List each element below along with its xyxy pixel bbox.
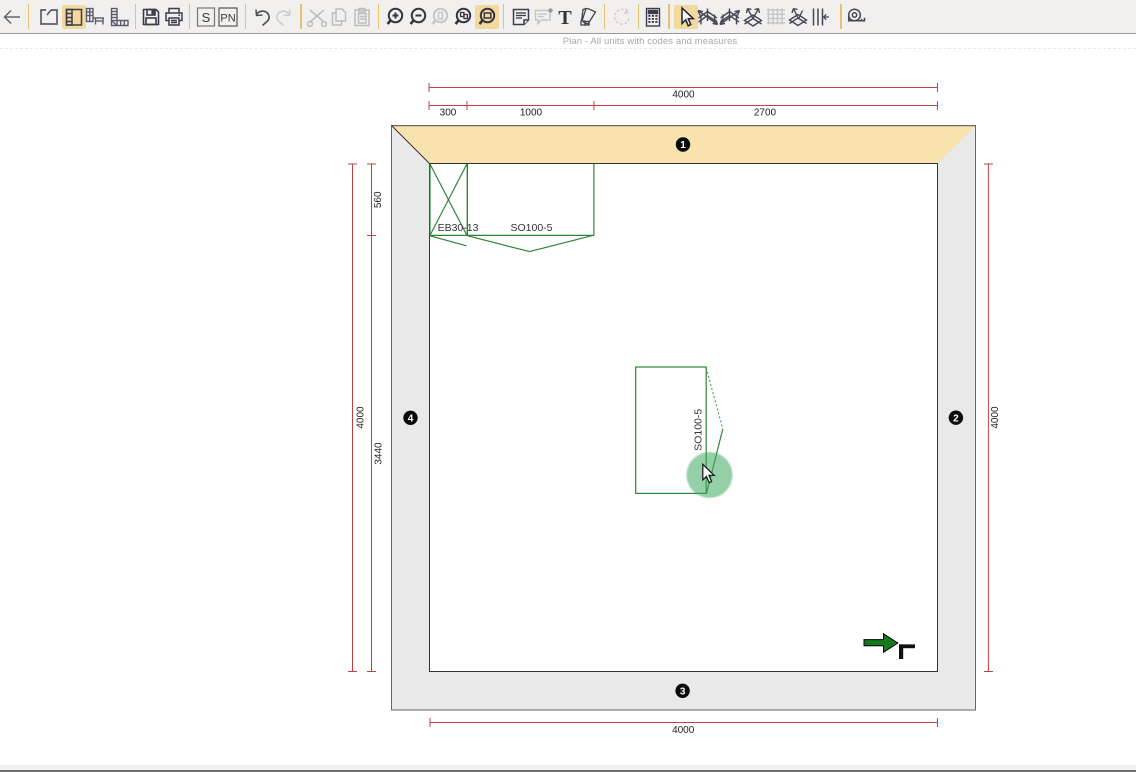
svg-text:3: 3 xyxy=(680,687,686,698)
svg-text:2: 2 xyxy=(953,413,959,424)
svg-text:SO100-5: SO100-5 xyxy=(510,222,552,234)
svg-text:2700: 2700 xyxy=(754,108,777,119)
svg-text:EB30-13: EB30-13 xyxy=(438,222,479,234)
svg-text:300: 300 xyxy=(440,108,457,119)
svg-text:3440: 3440 xyxy=(373,442,384,465)
svg-text:4: 4 xyxy=(408,414,414,425)
svg-text:SO100-5: SO100-5 xyxy=(693,409,705,451)
svg-text:4000: 4000 xyxy=(356,406,367,429)
svg-text:1: 1 xyxy=(680,140,686,151)
svg-text:PN: PN xyxy=(220,13,235,25)
svg-text:S: S xyxy=(201,10,210,25)
svg-text:T: T xyxy=(558,7,572,29)
svg-text:4000: 4000 xyxy=(672,90,695,101)
svg-text:560: 560 xyxy=(373,191,384,208)
svg-text:4000: 4000 xyxy=(990,406,1001,429)
svg-text:4000: 4000 xyxy=(672,725,695,736)
svg-text:1000: 1000 xyxy=(520,108,543,119)
